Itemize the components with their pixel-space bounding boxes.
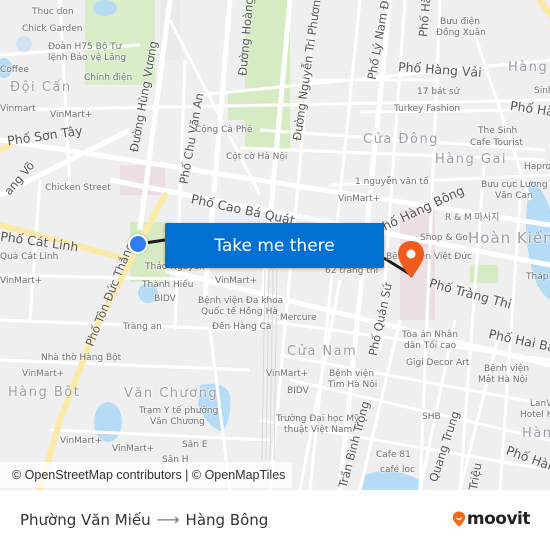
poi-label: BIDV (287, 386, 309, 396)
poi-label: Sinh (534, 86, 550, 96)
poi-label: Chick Garden (22, 24, 83, 34)
poi-label: VinMart+ (0, 276, 43, 286)
route-title: Phường Văn Miếu ⟶ Hàng Bông (20, 510, 268, 529)
poi-label: Hapro (524, 162, 550, 172)
district-label: Đội Cấn (10, 80, 72, 95)
district-label: Hàn (522, 426, 550, 441)
poi-label: Quà Cát Linh (0, 252, 59, 262)
poi-label: Trạm Y tế phường (139, 406, 219, 416)
destination-name: Hàng Bông (185, 510, 269, 529)
moovit-pin-icon (452, 511, 466, 527)
district-label: Hàng (508, 60, 549, 75)
poi-label: café loc (380, 465, 415, 475)
district-label: Văn Chương (124, 386, 219, 401)
footer-bar: Phường Văn Miếu ⟶ Hàng Bông moovit (0, 490, 550, 550)
poi-label: dân Tối cao (404, 341, 457, 351)
poi-label: VinMart+ (60, 436, 103, 446)
poi-label: Cột cờ Hà Nội (226, 152, 288, 162)
poi-label: VinMart+ (338, 194, 381, 204)
poi-label: Mắt Hà Nội (478, 375, 528, 385)
map-attribution[interactable]: © OpenStreetMap contributors | © OpenMap… (0, 462, 292, 488)
poi-label: R & M 마사지 (445, 213, 500, 223)
poi-label: Vinmart (0, 104, 36, 114)
poi-label: Đồng Xuân (436, 28, 486, 38)
poi-label: Thuc don (32, 7, 74, 17)
poi-label: Shop & Go (420, 233, 468, 243)
poi-label: Gigi Decor Art (406, 358, 470, 368)
poi-label: Bệnh viện (484, 364, 530, 374)
poi-label: Cafe 81 (376, 450, 411, 460)
poi-label: Trường Đại học Mỹ (276, 414, 360, 424)
poi-label: The Sinh (478, 126, 518, 136)
poi-label: LanVi (530, 399, 550, 409)
district-label: Hàng Bột (8, 385, 81, 400)
poi-label: Đền Hàng Cà (212, 322, 272, 332)
poi-label: Mercure (280, 313, 317, 323)
poi-label: Tháp (526, 272, 549, 282)
poi-label: VinMart+ (266, 369, 309, 379)
poi-label: Bưu cục Lương (481, 180, 548, 190)
poi-label: Chính điện (84, 73, 133, 83)
district-label: Cửa Nam (287, 344, 358, 359)
lake (93, 0, 117, 16)
poi-label: Bệnh viện (329, 369, 375, 379)
poi-label: SHB (422, 412, 441, 422)
poi-label: VinMart+ (215, 276, 258, 286)
district-label: Cửa Đông (363, 132, 439, 147)
poi-label: Sân E (182, 440, 208, 450)
moovit-logo[interactable]: moovit (452, 509, 531, 529)
brand-name: moovit (466, 509, 531, 529)
poi-label: BIDV (154, 294, 176, 304)
take-me-there-button[interactable]: Take me there (165, 223, 384, 268)
poi-label: Turkey Fashion (394, 104, 461, 114)
district-label: Hoàn Kiếm (468, 229, 550, 247)
poi-label: Cafe Tourist (470, 138, 523, 148)
origin-marker[interactable] (128, 234, 148, 254)
poi-label: 1 nguyễn văn tố (355, 177, 429, 187)
poi-label: lệnh Bảo vệ Lăng (48, 53, 127, 63)
poi-label: Thành Hiếu (142, 280, 194, 290)
poi-label: Chicken Street (45, 183, 111, 193)
poi-label: 17 bát sứ (417, 87, 460, 97)
poi-label: Bệnh viện Đa khoa (198, 296, 284, 306)
poi-label: Văn Chương (150, 417, 205, 427)
arrow-right-icon: ⟶ (156, 510, 180, 529)
poi-label: VinMart+ (112, 444, 155, 454)
district-label: Hàng Gai (435, 152, 508, 167)
poi-label: Coffee (0, 65, 30, 75)
poi-label: Tràng an (123, 322, 162, 332)
poi-label: Tim Hà Nội (328, 380, 378, 390)
origin-name: Phường Văn Miếu (20, 510, 151, 529)
poi-label: thuật Việt Nam (284, 425, 353, 435)
poi-label: Cộng Cà Phê (195, 125, 253, 135)
poi-label: Đoàn H75 Bộ Tư (48, 42, 122, 52)
poi-label: Văn Can (495, 191, 533, 201)
poi-label: VinMart+ (22, 369, 65, 379)
poi-label: Hotel H (520, 410, 550, 420)
poi-label: Quốc tế Hồng Hà (201, 307, 278, 317)
map-canvas[interactable]: Thuc don Chick Garden Đoàn H75 Bộ Tư lện… (0, 0, 550, 490)
poi-label: Tòa án Nhân (402, 330, 458, 340)
destination-pin-icon[interactable] (396, 240, 426, 280)
poi-label: VinMart+ (50, 110, 93, 120)
poi-label: Nhà thờ Hàng Bột (41, 353, 122, 363)
poi-label: Bưu điện (440, 17, 480, 27)
